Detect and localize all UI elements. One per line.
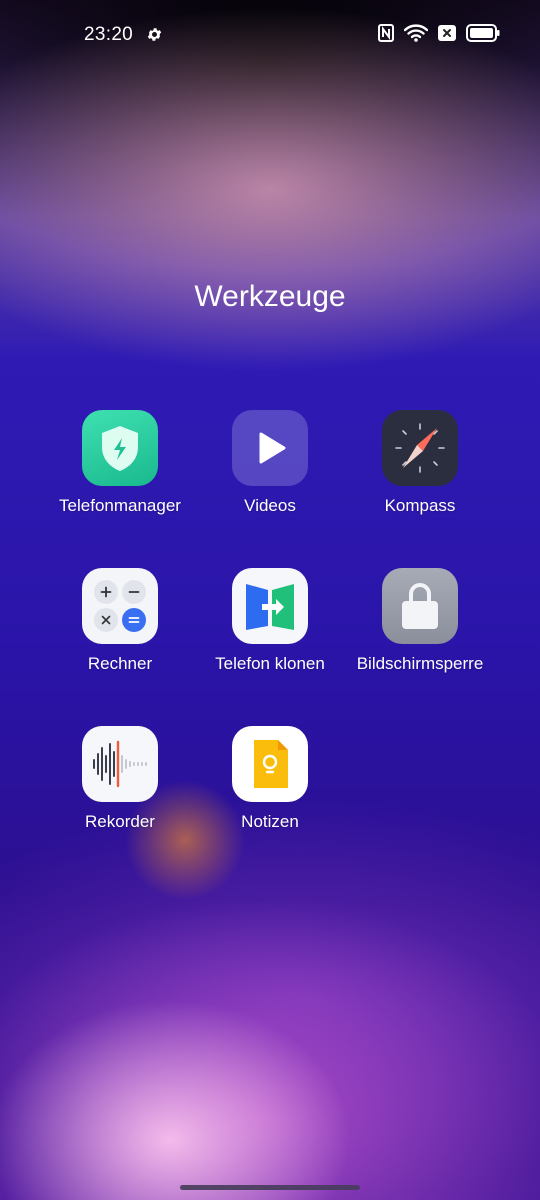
compass-icon [382, 410, 458, 486]
app-rekorder[interactable]: Rekorder [45, 726, 195, 832]
app-kompass[interactable]: Kompass [345, 410, 495, 516]
app-label: Videos [244, 496, 296, 515]
status-time: 23:20 [84, 24, 134, 45]
status-icons [378, 24, 500, 42]
battery-icon [466, 24, 500, 42]
app-notizen[interactable]: Notizen [195, 726, 345, 832]
nfc-icon [378, 24, 394, 42]
app-telefon-klonen[interactable]: Telefon klonen [195, 568, 345, 674]
no-sim-icon [438, 25, 456, 41]
app-label: Kompass [384, 496, 456, 515]
notes-icon [232, 726, 308, 802]
app-rechner[interactable]: Rechner [45, 568, 195, 674]
recorder-waveform-icon [82, 726, 158, 802]
app-label: Rechner [87, 654, 153, 673]
screen-lock-icon [382, 568, 458, 644]
app-label: Rekorder [85, 812, 155, 831]
calculator-icon [82, 568, 158, 644]
wifi-icon [404, 24, 428, 42]
app-label: Bildschirmsperre [356, 654, 484, 673]
status-bar: 23:20 [0, 0, 540, 70]
app-videos[interactable]: Videos [195, 410, 345, 516]
app-label: Telefon klonen [215, 654, 325, 673]
app-bildschirmsperre[interactable]: Bildschirmsperre [345, 568, 495, 674]
phone-clone-icon [232, 568, 308, 644]
app-telefonmanager[interactable]: Telefonmanager [45, 410, 195, 516]
app-label: Notizen [241, 812, 299, 831]
settings-gear-icon [147, 28, 162, 41]
phone-manager-shield-icon [82, 410, 158, 486]
folder-title[interactable]: Werkzeuge [0, 280, 540, 314]
home-screen-folder: 23:20 Werkzeuge Telefonmanager Videos Ko… [0, 0, 540, 1200]
app-label: Telefonmanager [59, 496, 181, 515]
home-indicator[interactable] [180, 1185, 360, 1190]
videos-play-icon [232, 410, 308, 486]
